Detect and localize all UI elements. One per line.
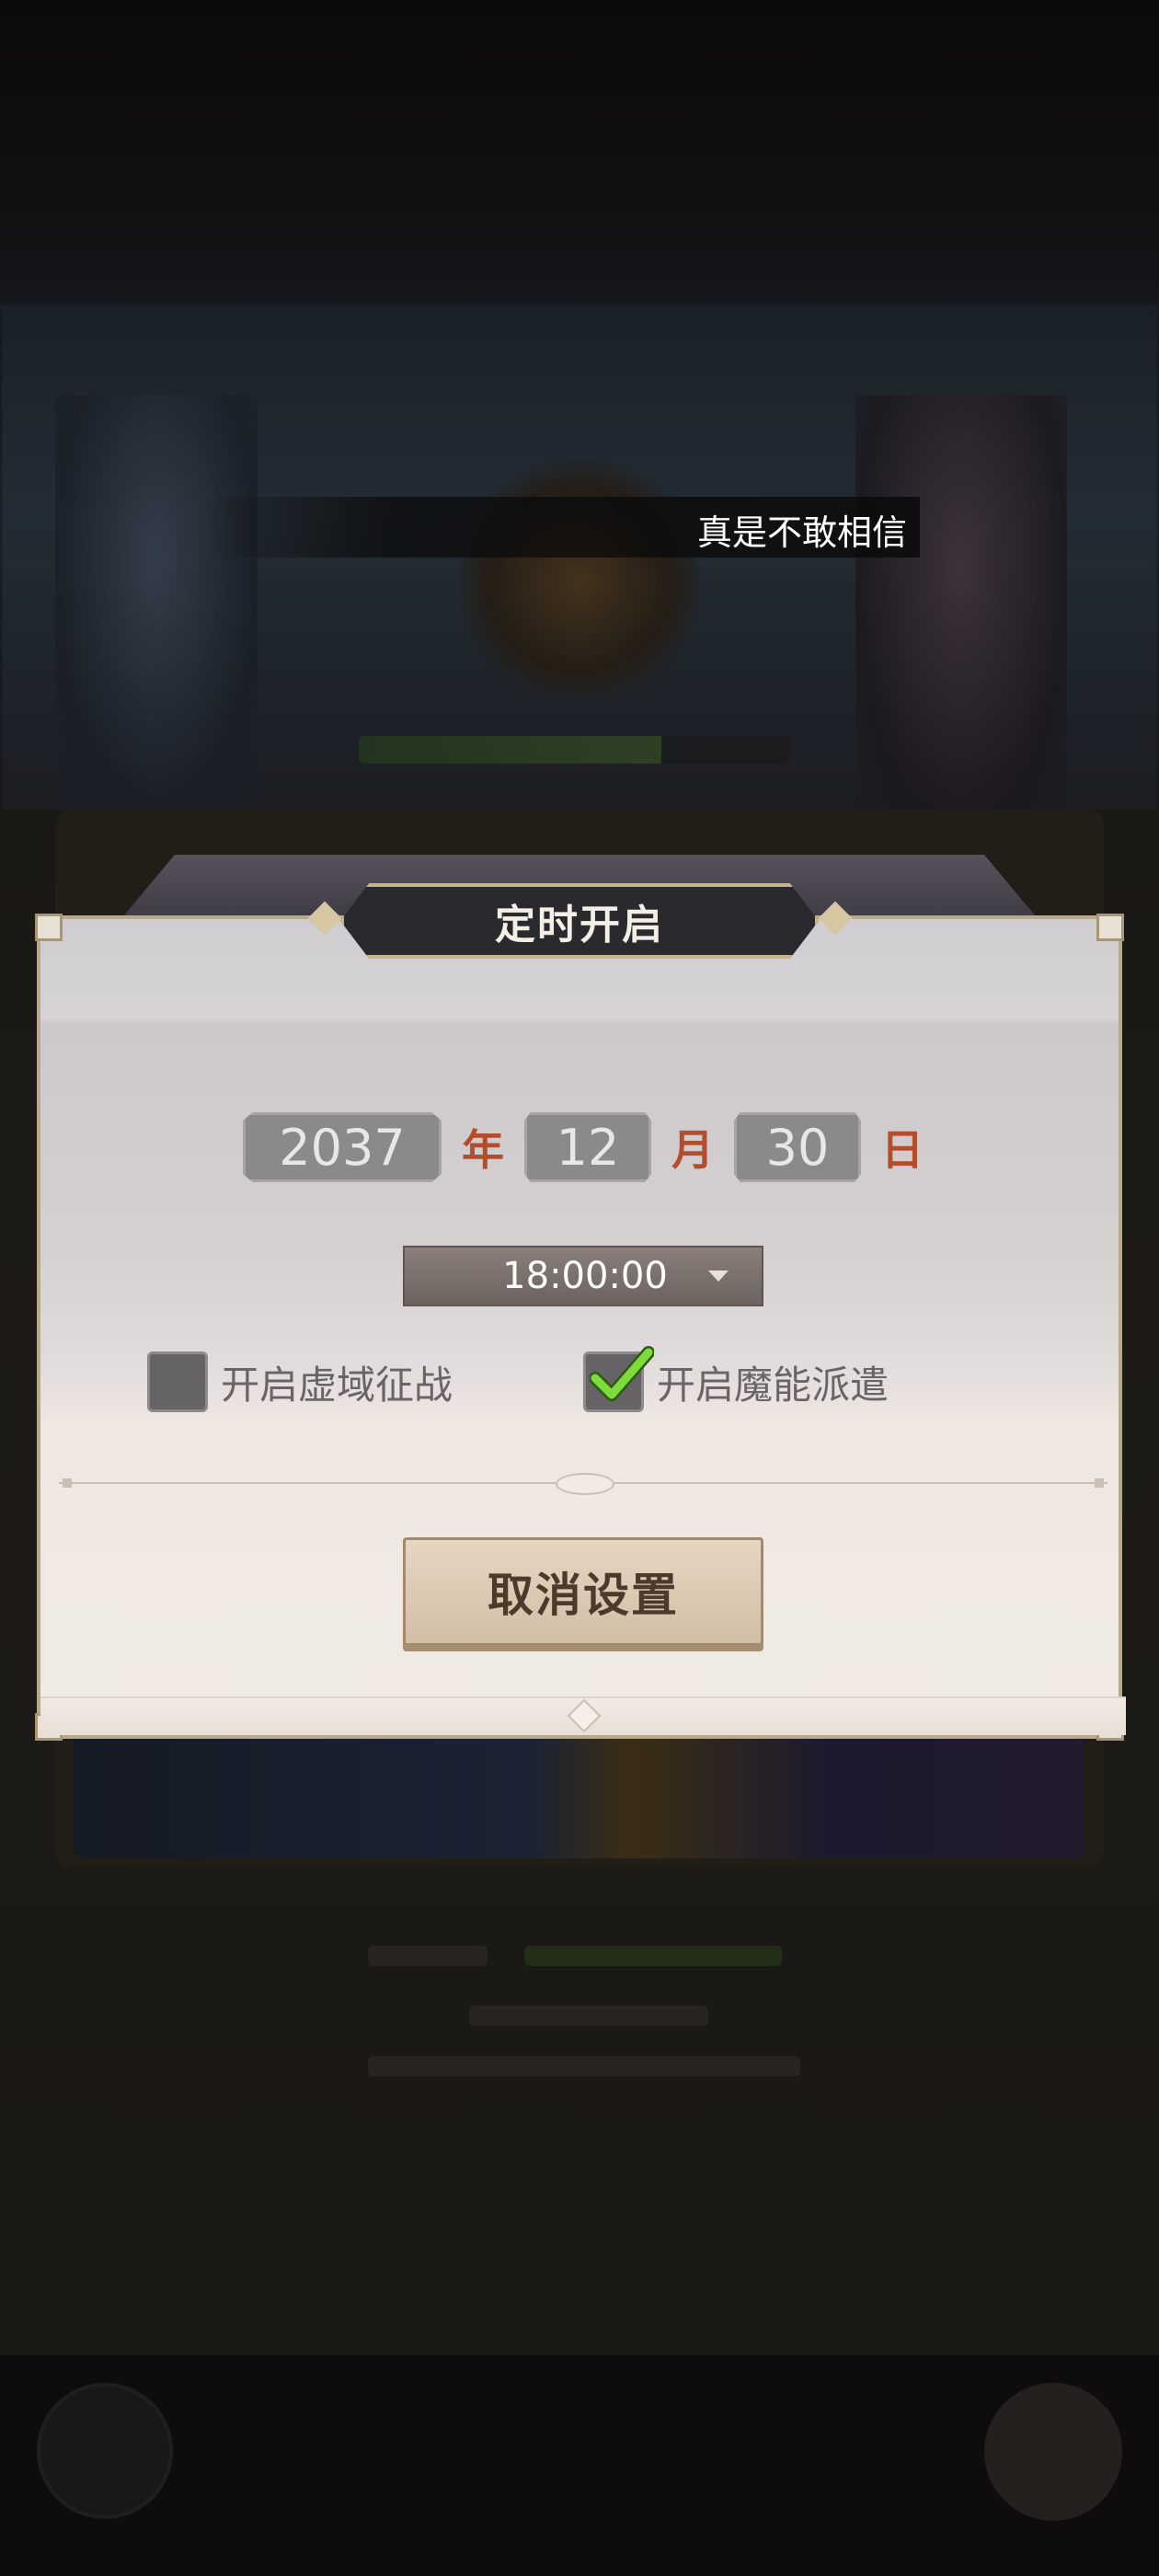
time-value: 18:00:00 [502,1255,668,1297]
month-field[interactable]: 12 [524,1112,651,1182]
day-unit-label: 日 [881,1125,924,1175]
checkbox-magic-dispatch[interactable] [583,1346,654,1412]
cancel-setting-button[interactable]: 取消设置 [403,1537,763,1646]
divider-end [1095,1478,1104,1488]
month-unit-label: 月 [671,1125,714,1175]
option-magic-dispatch[interactable]: 开启魔能派遣 [583,1346,889,1414]
time-dropdown[interactable]: 18:00:00 [403,1246,763,1306]
option-label: 开启虚域征战 [221,1362,453,1408]
day-field[interactable]: 30 [734,1112,861,1182]
divider-end [63,1478,72,1488]
caption-text: 真是不敢相信 [697,512,908,553]
checkbox-void-conquest[interactable] [147,1351,208,1412]
option-void-conquest[interactable]: 开启虚域征战 [147,1350,453,1414]
checkmark-icon [590,1346,654,1401]
dialog-title: 定时开启 [495,902,664,949]
timer-dialog: 2037 年 12 月 30 日 18:00:00 开启虚域征战 开启魔能派遣 … [35,854,1126,1741]
dropdown-caret-icon [708,1271,729,1282]
corner-ornament [35,914,63,941]
year-field[interactable]: 2037 [243,1112,442,1182]
dialog-title-plate: 定时开启 [340,883,819,959]
corner-ornament [1096,914,1124,941]
date-row: 2037 年 12 月 30 日 [243,1112,944,1182]
year-unit-label: 年 [462,1125,504,1175]
option-label: 开启魔能派遣 [657,1362,889,1408]
dialog-body: 2037 年 12 月 30 日 18:00:00 开启虚域征战 开启魔能派遣 … [35,914,1126,1741]
cancel-button-label: 取消设置 [488,1569,679,1622]
divider-ornament [556,1473,614,1495]
